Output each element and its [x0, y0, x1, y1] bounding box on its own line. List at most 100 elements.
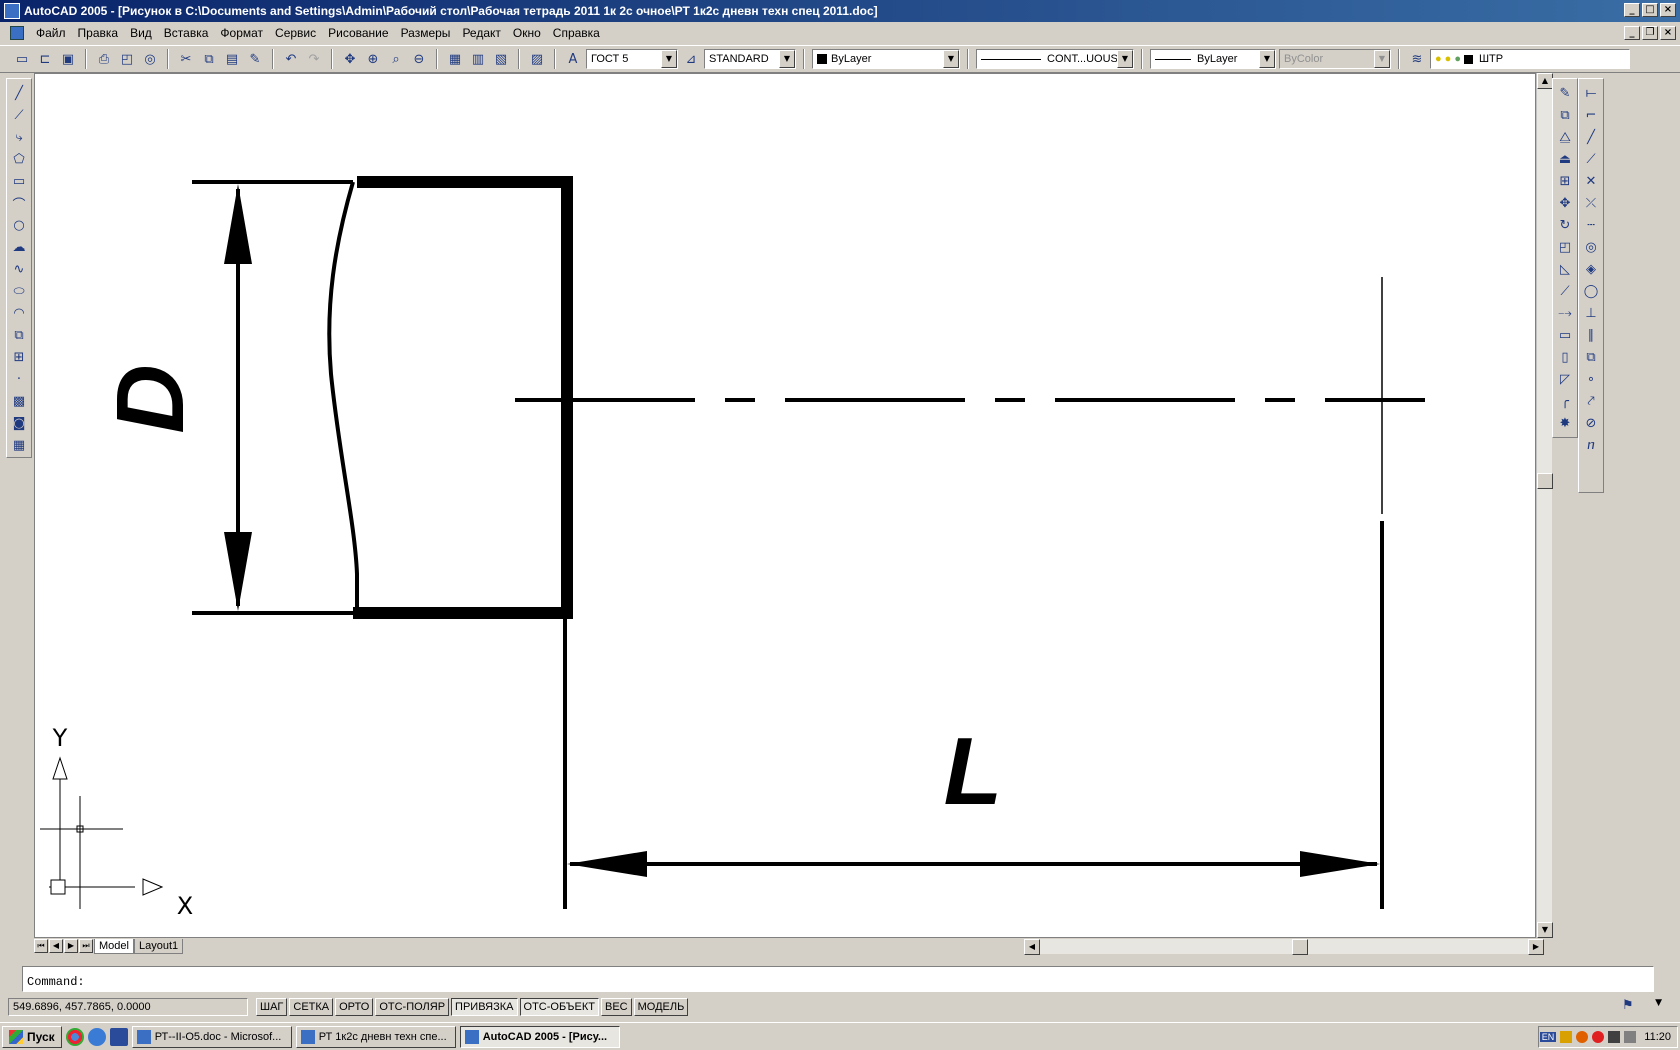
scroll-thumb[interactable] [1537, 473, 1553, 489]
help-icon[interactable]: ▨ [527, 49, 547, 69]
stretch-icon[interactable]: ◺ [1555, 259, 1575, 279]
menu-modify[interactable]: Редакт [456, 26, 506, 40]
volume-icon[interactable] [1624, 1031, 1637, 1043]
hatch-icon[interactable]: ▩ [9, 391, 29, 411]
new-file-icon[interactable]: ▭ [12, 49, 32, 69]
snap-insert-icon[interactable]: ⧉ [1581, 347, 1601, 367]
copy-icon[interactable]: ⧉ [199, 49, 219, 69]
arc-icon[interactable]: ⌒ [9, 193, 29, 213]
menu-view[interactable]: Вид [124, 26, 158, 40]
dim-style-select[interactable]: STANDARD ▼ [704, 49, 796, 69]
copy-object-icon[interactable]: ⧉ [1555, 105, 1575, 125]
menu-tools[interactable]: Сервис [269, 26, 322, 40]
model-toggle[interactable]: МОДЕЛЬ [633, 998, 689, 1016]
document-icon[interactable] [10, 26, 24, 40]
menu-dimension[interactable]: Размеры [395, 26, 457, 40]
snap-extension-icon[interactable]: ┄ [1581, 215, 1601, 235]
table-icon[interactable]: ▦ [9, 435, 29, 455]
paste-icon[interactable]: ▤ [222, 49, 242, 69]
text-style-icon[interactable]: A [563, 49, 583, 69]
temp-track-icon[interactable]: ⟝ [1581, 83, 1601, 103]
snap-nearest-icon[interactable]: ⤤ [1581, 391, 1601, 411]
taskbar-item-autocad[interactable]: AutoCAD 2005 - [Рису... [459, 1025, 620, 1048]
scroll-left-icon[interactable]: ◀ [1024, 939, 1040, 955]
snap-perpendicular-icon[interactable]: ⊥ [1581, 303, 1601, 323]
snap-from-icon[interactable]: ⌐ [1581, 105, 1601, 125]
language-indicator[interactable]: EN [1539, 1032, 1557, 1042]
last-tab-icon[interactable]: ⏭ [79, 939, 93, 953]
chevron-down-icon[interactable]: ▼ [943, 50, 959, 68]
scroll-up-icon[interactable]: ▲ [1537, 73, 1553, 89]
snap-apparent-intersection-icon[interactable]: ⤫ [1581, 193, 1601, 213]
menu-format[interactable]: Формат [214, 26, 269, 40]
spline-icon[interactable]: ∿ [9, 259, 29, 279]
snap-intersection-icon[interactable]: ✕ [1581, 171, 1601, 191]
scroll-down-icon[interactable]: ▼ [1537, 922, 1553, 938]
layer-select[interactable]: ● ● ● ШТР [1430, 49, 1630, 69]
lineweight-select[interactable]: ByLayer ▼ [1150, 49, 1276, 69]
extend-icon[interactable]: ⤍ [1555, 303, 1575, 323]
doc-close-button[interactable]: × [1660, 26, 1676, 40]
snap-parallel-icon[interactable]: ∥ [1581, 325, 1601, 345]
word-icon[interactable] [109, 1027, 128, 1046]
doc-restore-button[interactable]: ❐ [1642, 26, 1658, 40]
menu-window[interactable]: Окно [507, 26, 547, 40]
doc-minimize-button[interactable]: _ [1624, 26, 1640, 40]
zoom-window-icon[interactable]: ⌕ [386, 49, 406, 69]
snap-midpoint-icon[interactable]: ⟋ [1581, 149, 1601, 169]
insert-block-icon[interactable]: ⧉ [9, 325, 29, 345]
ellipse-arc-icon[interactable]: ◠ [9, 303, 29, 323]
tool-palettes-icon[interactable]: ▧ [491, 49, 511, 69]
lineweight-toggle[interactable]: ВЕС [600, 998, 632, 1016]
tray-app-icon[interactable] [1592, 1031, 1605, 1043]
match-properties-icon[interactable]: ✎ [245, 49, 265, 69]
polyline-icon[interactable]: ⤷ [9, 127, 29, 147]
menu-draw[interactable]: Рисование [322, 26, 394, 40]
taskbar-item-word-rt[interactable]: РТ 1к2с дневн техн спе... [295, 1025, 456, 1048]
status-menu-chevron-icon[interactable]: ▼ [1655, 998, 1662, 1008]
explode-icon[interactable]: ✸ [1555, 413, 1575, 433]
properties-icon[interactable]: ▦ [445, 49, 465, 69]
ortho-toggle[interactable]: ОРТО [335, 998, 374, 1016]
osnap-settings-icon[interactable]: ⴖ [1581, 435, 1601, 455]
publish-icon[interactable]: ◎ [140, 49, 160, 69]
chevron-down-icon[interactable]: ▼ [661, 50, 677, 68]
snap-center-icon[interactable]: ◎ [1581, 237, 1601, 257]
array-icon[interactable]: ⊞ [1555, 171, 1575, 191]
maximize-button[interactable]: □ [1642, 3, 1658, 17]
clock[interactable]: 11:20 [1644, 1031, 1671, 1043]
chevron-down-icon[interactable]: ▼ [1117, 50, 1133, 68]
layer-manager-icon[interactable]: ≋ [1407, 49, 1427, 69]
fillet-icon[interactable]: ╭ [1555, 391, 1575, 411]
minimize-button[interactable]: _ [1624, 3, 1640, 17]
start-button[interactable]: Пуск [2, 1025, 62, 1048]
scroll-right-icon[interactable]: ▶ [1528, 939, 1544, 955]
cut-icon[interactable]: ✂ [176, 49, 196, 69]
autocad-app-icon[interactable] [4, 3, 20, 19]
design-center-icon[interactable]: ▥ [468, 49, 488, 69]
scale-icon[interactable]: ◰ [1555, 237, 1575, 257]
horizontal-scrollbar[interactable]: ◀ ▶ [1024, 939, 1544, 955]
next-tab-icon[interactable]: ▶ [64, 939, 78, 953]
rotate-icon[interactable]: ↻ [1555, 215, 1575, 235]
osnap-toggle[interactable]: ПРИВЯЗКА [451, 998, 518, 1016]
chrome-icon[interactable] [65, 1027, 84, 1046]
trim-icon[interactable]: ⟋ [1555, 281, 1575, 301]
tray-app-icon[interactable] [1560, 1031, 1573, 1043]
break-icon[interactable]: ▭ [1555, 325, 1575, 345]
taskbar-item-word-doc[interactable]: РТ--II-О5.doc - Microsof... [131, 1025, 292, 1048]
snap-toggle[interactable]: ШАГ [256, 998, 288, 1016]
pan-icon[interactable]: ✥ [340, 49, 360, 69]
mirror-icon[interactable]: ⧋ [1555, 127, 1575, 147]
move-icon[interactable]: ✥ [1555, 193, 1575, 213]
zoom-previous-icon[interactable]: ⊖ [409, 49, 429, 69]
ellipse-icon[interactable]: ⬭ [9, 281, 29, 301]
drawing-area[interactable]: D L Y X [34, 73, 1536, 938]
text-style-select[interactable]: ГОСТ 5 ▼ [586, 49, 678, 69]
network-icon[interactable] [1608, 1031, 1621, 1043]
circle-icon[interactable]: ○ [9, 215, 29, 235]
save-icon[interactable]: ▣ [58, 49, 78, 69]
erase-icon[interactable]: ✎ [1555, 83, 1575, 103]
communication-center-icon[interactable]: ⚑ [1622, 998, 1640, 1014]
coordinates-display[interactable]: 549.6896, 457.7865, 0.0000 [8, 998, 248, 1016]
